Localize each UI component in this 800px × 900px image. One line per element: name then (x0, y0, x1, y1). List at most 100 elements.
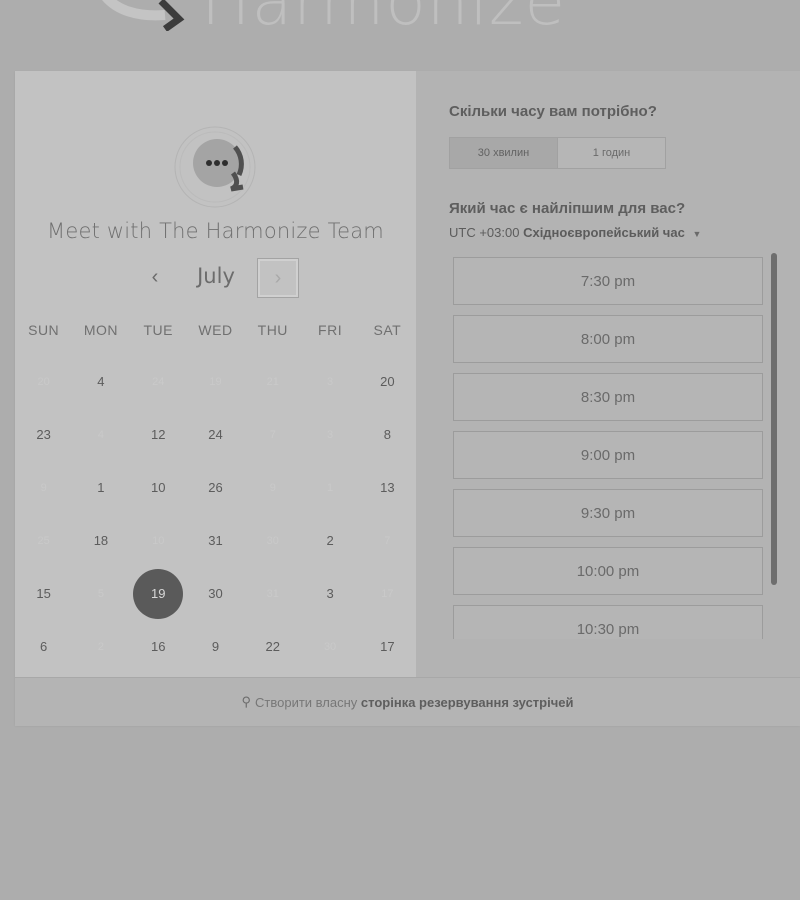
day-number: 10 (152, 535, 165, 547)
day-number: 25 (37, 535, 50, 547)
calendar-day: 7 (244, 421, 301, 449)
caret-down-icon: ▼ (692, 229, 702, 239)
month-navigation: ‹ July › (15, 258, 416, 298)
day-number: 9 (40, 482, 47, 494)
calendar-week-row: 6 2 16 9 22 30 17 (15, 633, 416, 661)
harmonize-logo-icon (95, 0, 187, 32)
calendar-day[interactable]: 1 (72, 474, 129, 502)
day-number: 31 (266, 588, 279, 600)
day-number: 21 (266, 376, 279, 388)
day-number: 4 (97, 374, 105, 389)
day-number: 30 (266, 535, 279, 547)
calendar-day[interactable]: 3 (301, 580, 358, 608)
calendar-day[interactable]: 6 (15, 633, 72, 661)
calendar-day[interactable]: 20 (359, 368, 416, 396)
calendar-week-row: 20 4 24 19 21 3 20 (15, 368, 416, 396)
calendar-week-row: 9 1 10 26 9 1 13 (15, 474, 416, 502)
time-slot-button[interactable]: 8:30 pm (453, 373, 763, 421)
timezone-name: Східноєвропейський час (523, 225, 685, 240)
calendar-day: 20 (15, 368, 72, 396)
prev-month-button[interactable]: ‹ (135, 258, 175, 296)
selected-day[interactable]: 19 (130, 569, 187, 619)
calendar-day[interactable]: 15 (15, 580, 72, 608)
day-number: 20 (37, 376, 50, 388)
day-number: 7 (384, 535, 391, 547)
booking-card: Meet with The Harmonize Team ‹ July › SU… (15, 71, 800, 726)
footer: ⚲ Створити власну сторінка резервування … (15, 677, 800, 726)
weekday-label: WED (198, 322, 233, 338)
time-slot-button[interactable]: 9:30 pm (453, 489, 763, 537)
day-number: 13 (380, 480, 395, 495)
timezone-offset: UTC +03:00 (449, 225, 520, 240)
time-slot-button[interactable]: 9:00 pm (453, 431, 763, 479)
day-number: 23 (36, 427, 51, 442)
calendar-day[interactable]: 18 (72, 527, 129, 555)
day-number: 1 (327, 482, 334, 494)
calendar-day[interactable]: 31 (187, 527, 244, 555)
calendar-day[interactable]: 22 (244, 633, 301, 661)
calendar-week-row: 23 4 12 24 7 3 8 (15, 421, 416, 449)
weekday-label: SUN (28, 322, 60, 338)
day-number: 10 (150, 480, 166, 495)
day-number: 4 (97, 429, 104, 441)
day-number: 3 (326, 586, 334, 601)
calendar-day: 3 (301, 421, 358, 449)
time-slot-button[interactable]: 8:00 pm (453, 315, 763, 363)
weekday-label: SAT (373, 322, 402, 338)
calendar-day[interactable]: 26 (187, 474, 244, 502)
time-slot-list[interactable]: 7:30 pm 8:00 pm 8:30 pm 9:00 pm 9:30 pm … (453, 257, 783, 639)
calendar-day[interactable]: 10 (130, 474, 187, 502)
day-number: 2 (326, 533, 334, 548)
day-number: 20 (380, 374, 395, 389)
calendar-day: 24 (130, 368, 187, 396)
time-slot-button[interactable]: 7:30 pm (453, 257, 763, 305)
day-number: 5 (97, 588, 104, 600)
create-booking-page-link[interactable]: сторінка резервування зустрічей (361, 695, 574, 710)
day-number: 8 (383, 427, 391, 442)
calendar-day[interactable]: 23 (15, 421, 72, 449)
weekday-label: TUE (143, 322, 173, 338)
day-number: 2 (97, 641, 104, 653)
day-number: 31 (208, 533, 223, 548)
calendar-day[interactable]: 16 (130, 633, 187, 661)
day-number: 15 (36, 586, 51, 601)
weekday-label: FRI (318, 322, 343, 338)
calendar-day: 2 (72, 633, 129, 661)
calendar-day[interactable]: 2 (301, 527, 358, 555)
timezone-selector[interactable]: UTC +03:00 Східноєвропейський час ▼ (449, 225, 701, 240)
day-number: 30 (208, 586, 223, 601)
calendar-week-row: 15 5 19 30 31 3 17 (15, 569, 416, 619)
calendar-day: 10 (130, 527, 187, 555)
calendar-day[interactable]: 13 (359, 474, 416, 502)
weekday-label: MON (83, 322, 118, 338)
day-number: 9 (211, 639, 220, 654)
calendar-day: 9 (244, 474, 301, 502)
calendar-day: 25 (15, 527, 72, 555)
calendar-day[interactable]: 8 (359, 421, 416, 449)
slot-list-scrollbar[interactable] (771, 253, 777, 585)
calendar-day: 5 (72, 580, 129, 608)
day-number: 30 (323, 641, 337, 653)
day-number: 19 (209, 376, 222, 388)
time-slot-button[interactable]: 10:00 pm (453, 547, 763, 595)
calendar-day[interactable]: 30 (187, 580, 244, 608)
day-number: 3 (327, 429, 334, 441)
duration-1-hour-button[interactable]: 1 годин (557, 138, 665, 168)
duration-30-min-button[interactable]: 30 хвилин (450, 138, 557, 168)
time-slot-button[interactable]: 10:30 pm (453, 605, 763, 639)
calendar-day[interactable]: 17 (359, 633, 416, 661)
calendar-day[interactable]: 24 (187, 421, 244, 449)
duration-question: Скільки часу вам потрібно? (449, 103, 657, 120)
day-number: 9 (269, 482, 276, 494)
brand-name: Harmonize (201, 0, 567, 40)
calendar-day: 30 (301, 633, 358, 661)
calendar-day[interactable]: 12 (130, 421, 187, 449)
time-question: Який час є найліпшим для вас? (449, 200, 686, 217)
calendar-day[interactable]: 9 (187, 633, 244, 661)
hubspot-sprocket-icon: ⚲ (241, 694, 252, 709)
day-number: 19 (133, 569, 184, 619)
calendar-day: 9 (15, 474, 72, 502)
calendar-day[interactable]: 4 (72, 368, 129, 396)
day-number: 18 (93, 533, 109, 548)
next-month-button[interactable]: › (257, 258, 299, 298)
